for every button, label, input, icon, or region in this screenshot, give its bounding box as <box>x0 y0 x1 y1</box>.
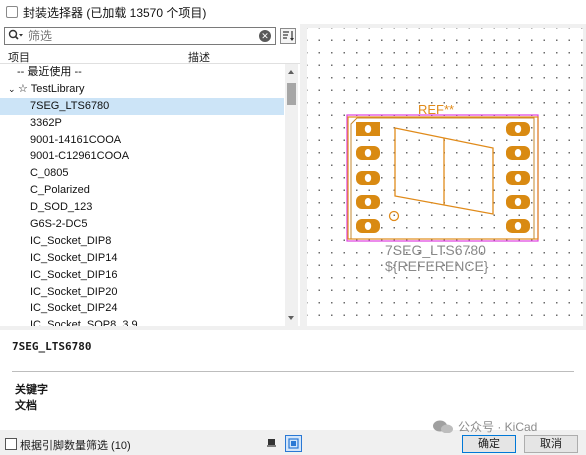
footprint-item[interactable]: 9001-C12961COOA <box>0 148 284 165</box>
search-icon[interactable] <box>8 29 24 43</box>
footprint-preview[interactable]: REF** 7SEG_LTS6780 ${REFERENCE} <box>307 28 583 326</box>
pin-filter-checkbox[interactable] <box>5 438 17 450</box>
info-panel: 7SEG_LTS6780 关键字 文档 <box>0 330 586 430</box>
footprint-item[interactable]: 7SEG_LTS6780 <box>0 97 284 115</box>
footprint-item[interactable]: IC_Socket_DIP8 <box>0 233 284 250</box>
pad-hole <box>364 222 372 230</box>
scroll-thumb[interactable] <box>287 83 296 105</box>
library-row[interactable]: ⌄ ☆ TestLibrary <box>0 81 284 98</box>
sort-icon <box>283 31 294 41</box>
scroll-down-icon[interactable] <box>288 316 294 320</box>
search-row: ✕ <box>4 26 298 46</box>
symbol-view-button[interactable] <box>264 435 281 452</box>
footprint-list-panel: ✕ 项目 描述 -- 最近使用 -- ⌄☆ TestLibrary 7SEG_L… <box>0 24 300 326</box>
pads-group <box>356 122 530 233</box>
bottom-bar: 根据引脚数量筛选 (10) 确定 取消 <box>0 433 586 455</box>
footprint-item[interactable]: 3362P <box>0 115 284 132</box>
ok-button[interactable]: 确定 <box>462 435 516 453</box>
footprint-item[interactable]: IC_Socket_SOP8_3.9 <box>0 317 284 326</box>
footprint-drawing: REF** 7SEG_LTS6780 ${REFERENCE} <box>346 102 539 274</box>
scroll-up-icon[interactable] <box>288 70 294 74</box>
pad-hole <box>514 222 522 230</box>
footprint-item[interactable]: C_Polarized <box>0 182 284 199</box>
chip-icon <box>267 439 276 447</box>
pad-hole <box>364 174 372 182</box>
search-input[interactable] <box>28 29 238 43</box>
clear-search-icon[interactable]: ✕ <box>259 30 271 42</box>
footprint-item[interactable]: IC_Socket_DIP20 <box>0 284 284 301</box>
expand-chevron-icon[interactable]: ⌄ <box>8 81 18 98</box>
title-bar: 封装选择器 (已加载 13570 个项目) <box>0 0 586 24</box>
footprint-tree: -- 最近使用 -- ⌄ ☆ TestLibrary 7SEG_LTS6780 33… <box>0 64 284 326</box>
pin-filter-label[interactable]: 根据引脚数量筛选 (10) <box>20 437 131 453</box>
doc-label: 文档 <box>15 400 37 412</box>
footprint-item[interactable]: D_SOD_123 <box>0 199 284 216</box>
footprint-item[interactable]: IC_Socket_DIP16 <box>0 267 284 284</box>
footprint-icon <box>288 438 299 449</box>
pad-hole <box>514 149 522 157</box>
sort-button[interactable] <box>280 28 296 44</box>
footprint-item[interactable]: 9001-14161COOA <box>0 132 284 149</box>
footprint-view-button[interactable] <box>285 435 302 452</box>
keywords-label: 关键字 <box>15 384 48 396</box>
pad-hole <box>514 174 522 182</box>
footprint-item[interactable]: IC_Socket_DIP24 <box>0 300 284 317</box>
pad-hole <box>364 149 372 157</box>
tree-scrollbar[interactable] <box>285 64 298 326</box>
recent-category[interactable]: -- 最近使用 -- <box>0 64 284 81</box>
search-box[interactable]: ✕ <box>4 27 276 45</box>
pad-hole <box>364 198 372 206</box>
pad-hole <box>364 125 372 133</box>
reference-label: ${REFERENCE} <box>385 258 489 274</box>
footprint-name: 7SEG_LTS6780 <box>12 340 92 353</box>
pad-hole <box>514 198 522 206</box>
window-title: 封装选择器 (已加载 13570 个项目) <box>23 5 207 20</box>
library-label: ☆ TestLibrary <box>18 82 85 95</box>
column-header: 项目 描述 <box>0 48 300 64</box>
footprint-item[interactable]: G6S-2-DC5 <box>0 216 284 233</box>
pad-hole <box>514 125 522 133</box>
footprint-item[interactable]: C_0805 <box>0 165 284 182</box>
cancel-button[interactable]: 取消 <box>524 435 578 453</box>
value-label: 7SEG_LTS6780 <box>385 242 486 258</box>
column-description[interactable]: 描述 <box>188 49 210 65</box>
pin1-marker <box>388 210 400 222</box>
footprint-item[interactable]: IC_Socket_DIP14 <box>0 250 284 267</box>
app-icon <box>6 6 18 18</box>
info-separator <box>12 371 574 372</box>
column-item[interactable]: 项目 <box>8 49 30 65</box>
